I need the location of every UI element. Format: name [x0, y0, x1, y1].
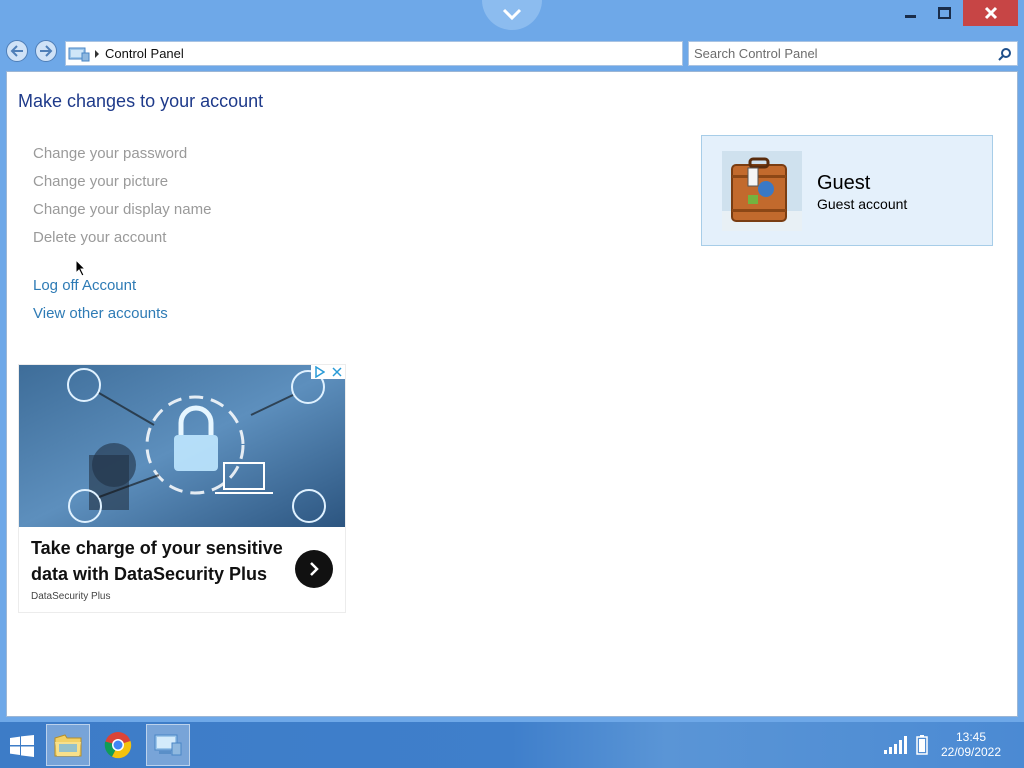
- forward-button[interactable]: [35, 40, 57, 62]
- pulldown-tab[interactable]: [482, 0, 542, 30]
- ad-choices[interactable]: [311, 365, 345, 379]
- ad-headline[interactable]: Take charge of your sensitive data with …: [31, 535, 293, 587]
- chrome-icon: [104, 732, 132, 759]
- control-panel-icon: [68, 47, 90, 61]
- page-title: Make changes to your account: [18, 91, 264, 111]
- clock-time: 13:45: [955, 730, 987, 744]
- minimize-icon: [904, 15, 916, 18]
- content-pane: Make changes to your account Change your…: [6, 71, 1018, 717]
- account-picture: [722, 151, 802, 231]
- clock[interactable]: 13:45 22/09/2022: [938, 730, 1004, 760]
- signal-icon[interactable]: [884, 736, 908, 754]
- delete-account-link[interactable]: Delete your account: [33, 229, 166, 246]
- change-password-link[interactable]: Change your password: [33, 145, 187, 162]
- taskbar: 13:45 22/09/2022: [0, 722, 1024, 768]
- mouse-cursor-icon: [75, 259, 87, 277]
- log-off-link[interactable]: Log off Account: [33, 277, 136, 294]
- breadcrumb-control-panel[interactable]: Control Panel: [105, 46, 184, 61]
- taskbar-chrome[interactable]: [96, 724, 140, 766]
- battery-icon[interactable]: [916, 735, 928, 755]
- title-bar: [0, 0, 1024, 32]
- search-input[interactable]: Search Control Panel: [688, 41, 1018, 66]
- start-windows-icon[interactable]: [10, 735, 34, 757]
- taskbar-file-explorer[interactable]: [46, 724, 90, 766]
- chevron-down-icon: [502, 8, 522, 20]
- search-placeholder[interactable]: Search Control Panel: [694, 46, 998, 61]
- advertisement[interactable]: Take charge of your sensitive data with …: [18, 364, 346, 613]
- account-card: Guest Guest account: [701, 135, 993, 246]
- account-type: Guest account: [817, 196, 908, 212]
- ad-close-icon[interactable]: [331, 367, 342, 377]
- ad-open-button[interactable]: [295, 550, 333, 588]
- clock-date: 22/09/2022: [940, 745, 1002, 759]
- close-button[interactable]: [963, 0, 1018, 26]
- change-display-name-link[interactable]: Change your display name: [33, 201, 211, 218]
- taskbar-control-panel[interactable]: [146, 724, 190, 766]
- ad-image[interactable]: [19, 365, 345, 527]
- maximize-button[interactable]: [930, 0, 958, 26]
- account-name: Guest: [817, 172, 871, 194]
- control-panel-icon: [154, 734, 182, 756]
- change-picture-link[interactable]: Change your picture: [33, 173, 168, 190]
- maximize-icon: [937, 7, 951, 19]
- back-arrow-icon: [10, 45, 23, 57]
- minimize-button[interactable]: [896, 0, 924, 26]
- ad-source[interactable]: DataSecurity Plus: [31, 591, 110, 602]
- view-other-accounts-link[interactable]: View other accounts: [33, 305, 168, 322]
- navigation-bar: Control Panel Search Control Panel: [0, 36, 1024, 72]
- chevron-right-icon: [310, 562, 319, 576]
- search-icon[interactable]: [998, 47, 1012, 61]
- back-button[interactable]: [6, 40, 28, 62]
- forward-arrow-icon: [40, 45, 53, 57]
- address-bar[interactable]: Control Panel: [65, 41, 683, 66]
- ad-choices-icon[interactable]: [314, 366, 325, 378]
- breadcrumb-separator[interactable]: [95, 49, 99, 58]
- file-explorer-icon: [54, 734, 82, 757]
- close-icon: [984, 6, 997, 20]
